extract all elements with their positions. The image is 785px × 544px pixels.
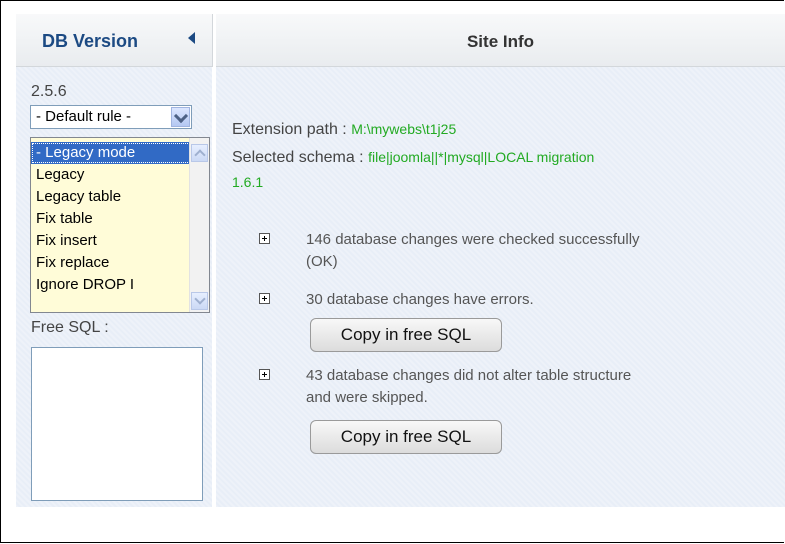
list-item[interactable]: Fix table	[31, 208, 191, 230]
rule-select-value: - Default rule -	[36, 108, 132, 125]
list-item[interactable]: Legacy table	[31, 186, 191, 208]
result-line: 146 database changes were checked succes…	[306, 231, 640, 248]
list-item[interactable]: Fix replace	[31, 252, 191, 274]
copy-skipped-to-free-sql-button[interactable]: Copy in free SQL	[310, 420, 502, 454]
dropdown-button[interactable]	[171, 107, 190, 127]
result-skipped-text: 43 database changes did not alter table …	[306, 365, 631, 409]
collapse-arrow-icon[interactable]	[188, 32, 195, 44]
result-line: and were skipped.	[306, 389, 428, 406]
selected-schema-row: Selected schema : file|joomla||*|mysql|L…	[232, 149, 594, 167]
result-line: (OK)	[306, 253, 338, 270]
extension-path-row: Extension path : M:\mywebs\t1j25	[232, 121, 456, 139]
free-sql-label: Free SQL :	[31, 319, 109, 336]
chevron-down-icon	[194, 293, 206, 305]
site-info-title: Site Info	[466, 32, 535, 51]
rules-listbox[interactable]: - Legacy mode Legacy Legacy table Fix ta…	[30, 137, 210, 313]
list-item[interactable]: Fix insert	[31, 230, 191, 252]
copy-errors-to-free-sql-button[interactable]: Copy in free SQL	[310, 318, 502, 352]
selected-schema-value-cont: 1.6.1	[232, 174, 264, 190]
list-item[interactable]: - Legacy mode	[31, 142, 191, 164]
result-success-text: 146 database changes were checked succes…	[306, 229, 640, 273]
list-item[interactable]: Ignore DROP I	[31, 274, 191, 296]
chevron-down-icon	[173, 108, 189, 124]
extension-path-label: Extension path :	[232, 121, 347, 138]
db-version-header: DB Version	[16, 14, 213, 67]
extension-path-value: M:\mywebs\t1j25	[351, 121, 457, 137]
db-version-title: DB Version	[42, 31, 139, 51]
scroll-up-button[interactable]	[191, 144, 208, 162]
listbox-scrollbar[interactable]	[189, 138, 209, 312]
expand-icon[interactable]	[259, 233, 270, 244]
result-errors-text: 30 database changes have errors.	[306, 289, 534, 311]
sidebar: 2.5.6 - Default rule - - Legacy mode Leg…	[16, 67, 212, 507]
selected-schema-label: Selected schema :	[232, 149, 364, 166]
chevron-up-icon	[194, 149, 206, 161]
window-frame: DB Version Site Info 2.5.6 - Default rul…	[0, 0, 785, 543]
site-info-panel: Extension path : M:\mywebs\t1j25 Selecte…	[216, 67, 785, 507]
free-sql-textarea[interactable]	[31, 347, 203, 501]
result-line: 43 database changes did not alter table …	[306, 367, 632, 384]
expand-icon[interactable]	[259, 369, 270, 380]
site-info-header: Site Info	[216, 14, 785, 67]
result-line: 30 database changes have errors.	[306, 291, 534, 308]
expand-icon[interactable]	[259, 293, 270, 304]
list-item[interactable]: Legacy	[31, 164, 191, 186]
selected-schema-value: file|joomla||*|mysql|LOCAL migration	[368, 149, 595, 165]
scroll-down-button[interactable]	[191, 292, 208, 310]
rule-select[interactable]: - Default rule -	[30, 105, 192, 129]
version-label: 2.5.6	[31, 83, 67, 100]
